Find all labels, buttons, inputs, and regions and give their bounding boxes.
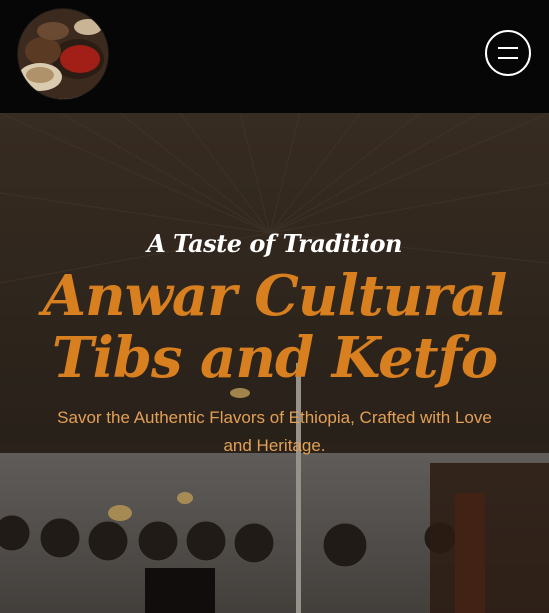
site-header — [0, 0, 549, 113]
hero-section: A Taste of Tradition Anwar Cultural Tibs… — [0, 113, 549, 613]
hero-title-line-1: Anwar Cultural — [42, 263, 508, 329]
dish-photo-logo-icon — [18, 9, 108, 99]
hamburger-line-top — [498, 47, 518, 49]
hero-title: Anwar Cultural Tibs and Ketfo — [0, 265, 549, 389]
hero-title-line-2: Tibs and Ketfo — [51, 325, 498, 391]
hamburger-line-bottom — [498, 57, 518, 59]
hero-subtitle: Savor the Authentic Flavors of Ethiopia,… — [57, 408, 492, 455]
hero-tagline: A Taste of Tradition — [147, 229, 402, 258]
logo[interactable] — [18, 9, 108, 99]
menu-button[interactable] — [485, 30, 531, 76]
